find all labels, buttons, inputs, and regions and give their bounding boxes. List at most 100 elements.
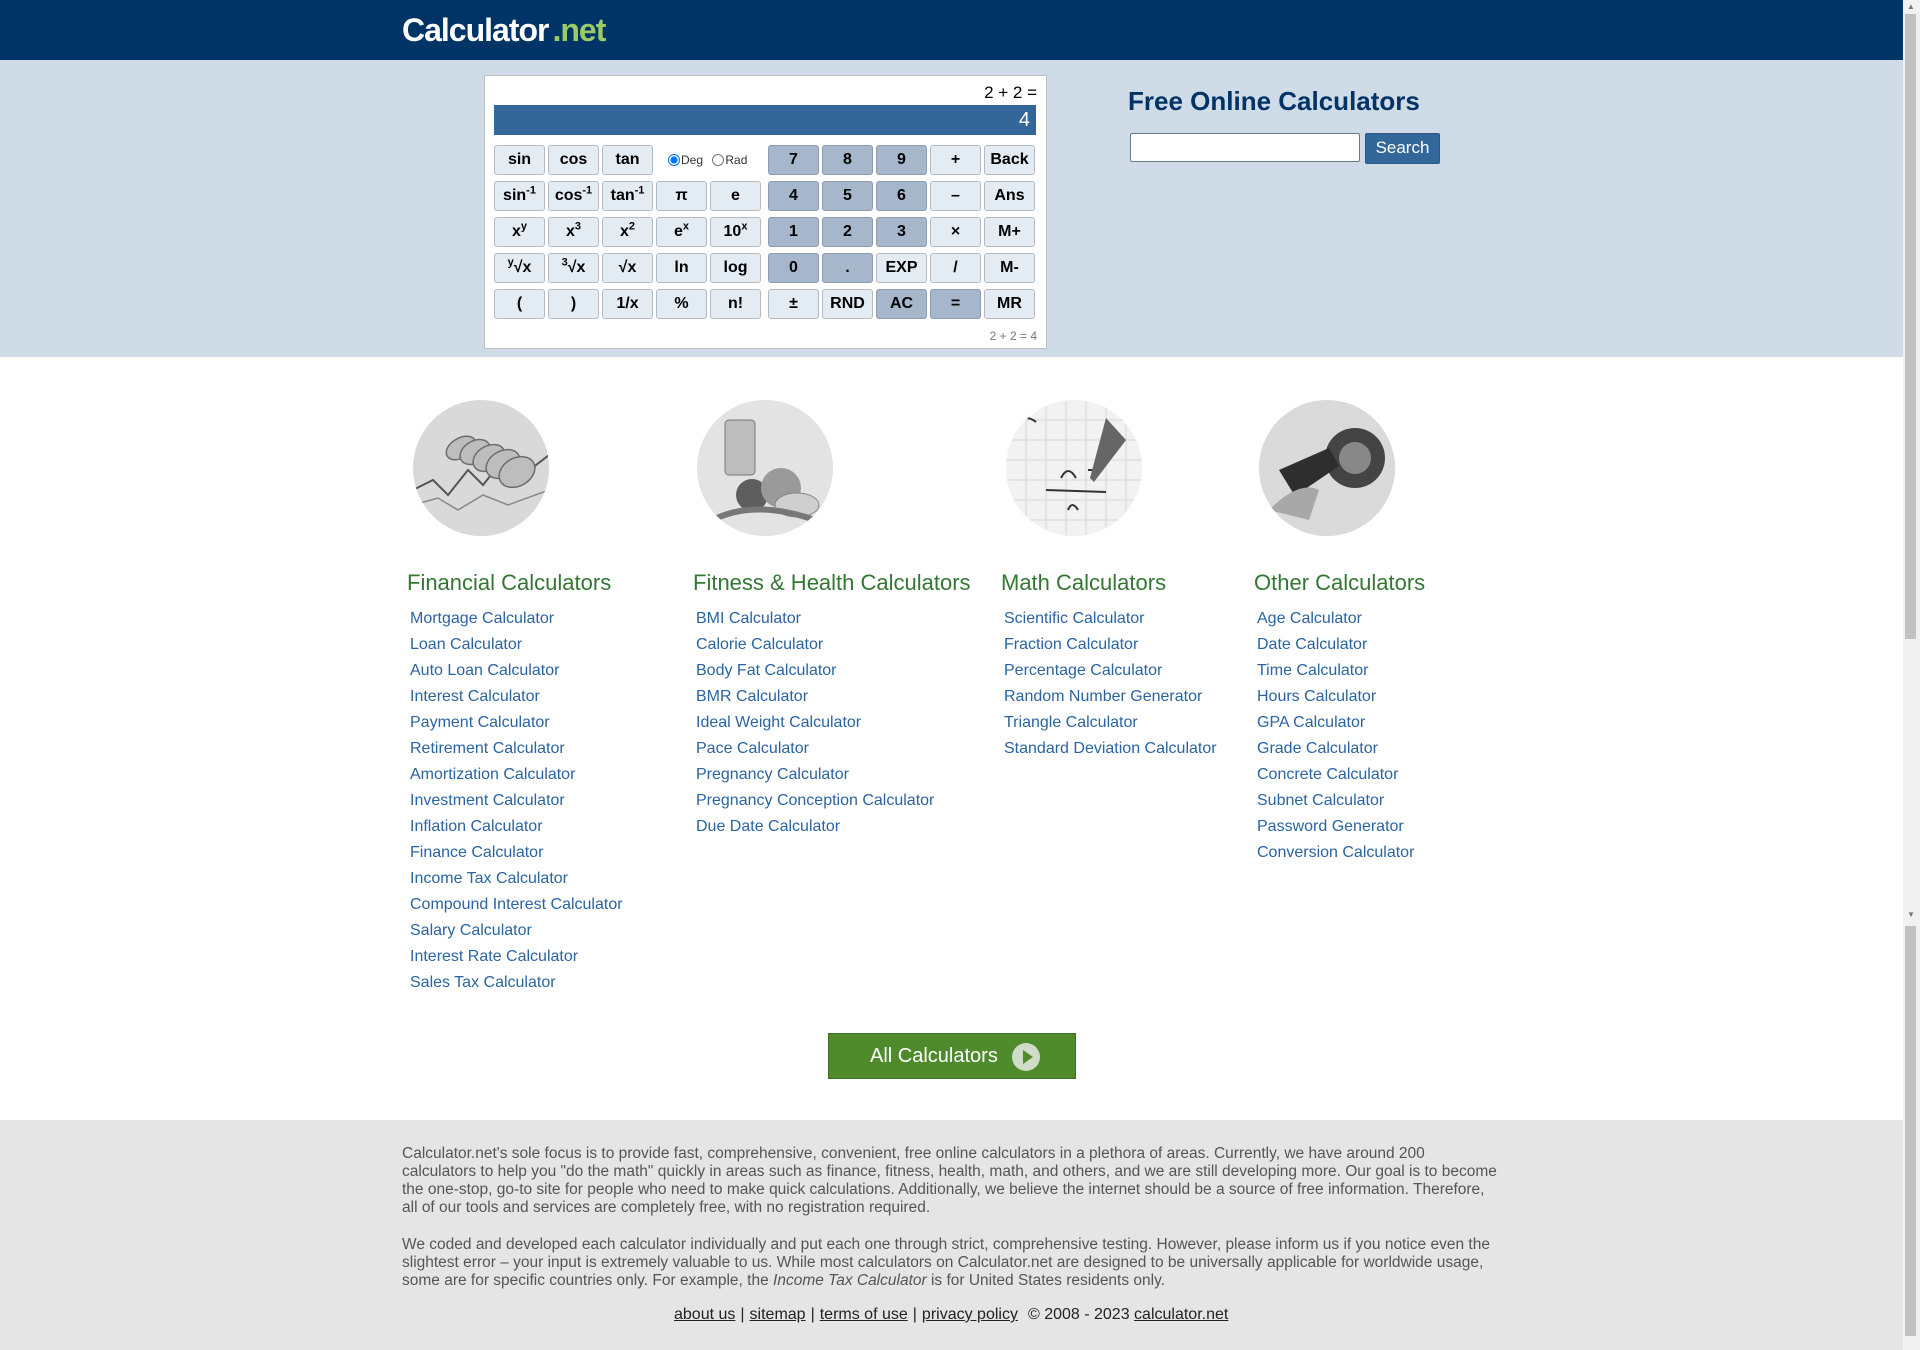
site-logo[interactable]: Calculator .net	[402, 10, 606, 50]
link-compound-interest-calculator[interactable]: Compound Interest Calculator	[410, 892, 623, 918]
key-plus[interactable]: +	[930, 145, 981, 175]
key-cos[interactable]: cos	[548, 145, 599, 175]
key-x-cubed[interactable]: x3	[548, 217, 599, 247]
key-5[interactable]: 5	[822, 181, 873, 211]
link-pregnancy-conception-calculator[interactable]: Pregnancy Conception Calculator	[696, 788, 934, 814]
key-8[interactable]: 8	[822, 145, 873, 175]
key-reciprocal[interactable]: 1/x	[602, 289, 653, 319]
key-acos[interactable]: cos-1	[548, 181, 599, 211]
key-yth-root[interactable]: y√x	[494, 253, 545, 283]
link-investment-calculator[interactable]: Investment Calculator	[410, 788, 623, 814]
key-4[interactable]: 4	[768, 181, 819, 211]
link-concrete-calculator[interactable]: Concrete Calculator	[1257, 762, 1414, 788]
link-scientific-calculator[interactable]: Scientific Calculator	[1004, 606, 1217, 632]
key-minus[interactable]: –	[930, 181, 981, 211]
category-title[interactable]: Other Calculators	[1254, 570, 1425, 596]
link-interest-calculator[interactable]: Interest Calculator	[410, 684, 623, 710]
site-home-link[interactable]: calculator.net	[1134, 1306, 1228, 1323]
deg-radio[interactable]	[668, 154, 680, 166]
key-cube-root[interactable]: 3√x	[548, 253, 599, 283]
link-finance-calculator[interactable]: Finance Calculator	[410, 840, 623, 866]
link-interest-rate-calculator[interactable]: Interest Rate Calculator	[410, 944, 623, 970]
key-decimal[interactable]: .	[822, 253, 873, 283]
key-plus-minus[interactable]: ±	[768, 289, 819, 319]
link-triangle-calculator[interactable]: Triangle Calculator	[1004, 710, 1217, 736]
terms-of-use-link[interactable]: terms of use	[820, 1306, 908, 1323]
link-salary-calculator[interactable]: Salary Calculator	[410, 918, 623, 944]
sitemap-link[interactable]: sitemap	[750, 1306, 806, 1323]
link-fraction-calculator[interactable]: Fraction Calculator	[1004, 632, 1217, 658]
key-e[interactable]: e	[710, 181, 761, 211]
fuel-pump-image[interactable]	[1259, 400, 1395, 536]
link-grade-calculator[interactable]: Grade Calculator	[1257, 736, 1414, 762]
link-due-date-calculator[interactable]: Due Date Calculator	[696, 814, 934, 840]
fruit-measuring-tape-image[interactable]	[697, 400, 833, 536]
key-right-paren[interactable]: )	[548, 289, 599, 319]
key-log[interactable]: log	[710, 253, 761, 283]
key-asin[interactable]: sin-1	[494, 181, 545, 211]
link-time-calculator[interactable]: Time Calculator	[1257, 658, 1414, 684]
scroll-down-icon[interactable]: ▼	[1907, 910, 1915, 919]
scrollbar-thumb-lower[interactable]	[1905, 926, 1916, 1336]
link-amortization-calculator[interactable]: Amortization Calculator	[410, 762, 623, 788]
coins-chart-image[interactable]	[413, 400, 549, 536]
key-x-squared[interactable]: x2	[602, 217, 653, 247]
link-ideal-weight-calculator[interactable]: Ideal Weight Calculator	[696, 710, 934, 736]
link-hours-calculator[interactable]: Hours Calculator	[1257, 684, 1414, 710]
key-equals[interactable]: =	[930, 289, 981, 319]
key-random[interactable]: RND	[822, 289, 873, 319]
link-calorie-calculator[interactable]: Calorie Calculator	[696, 632, 934, 658]
key-3[interactable]: 3	[876, 217, 927, 247]
key-memory-minus[interactable]: M-	[984, 253, 1035, 283]
key-memory-plus[interactable]: M+	[984, 217, 1035, 247]
key-2[interactable]: 2	[822, 217, 873, 247]
key-7[interactable]: 7	[768, 145, 819, 175]
link-percentage-calculator[interactable]: Percentage Calculator	[1004, 658, 1217, 684]
link-password-generator[interactable]: Password Generator	[1257, 814, 1414, 840]
key-exp[interactable]: EXP	[876, 253, 927, 283]
scrollbar-thumb[interactable]	[1905, 14, 1916, 639]
key-left-paren[interactable]: (	[494, 289, 545, 319]
key-tan[interactable]: tan	[602, 145, 653, 175]
scroll-up-icon[interactable]: ▲	[1907, 2, 1915, 11]
key-9[interactable]: 9	[876, 145, 927, 175]
link-sales-tax-calculator[interactable]: Sales Tax Calculator	[410, 970, 623, 996]
link-standard-deviation-calculator[interactable]: Standard Deviation Calculator	[1004, 736, 1217, 762]
key-sin[interactable]: sin	[494, 145, 545, 175]
category-title[interactable]: Financial Calculators	[407, 570, 611, 596]
link-income-tax-calculator[interactable]: Income Tax Calculator	[410, 866, 623, 892]
privacy-policy-link[interactable]: privacy policy	[922, 1306, 1018, 1323]
key-back[interactable]: Back	[984, 145, 1035, 175]
math-formula-image[interactable]	[1006, 400, 1142, 536]
category-title[interactable]: Math Calculators	[1001, 570, 1166, 596]
key-0[interactable]: 0	[768, 253, 819, 283]
key-e-power-x[interactable]: ex	[656, 217, 707, 247]
key-ten-power-x[interactable]: 10x	[710, 217, 761, 247]
link-subnet-calculator[interactable]: Subnet Calculator	[1257, 788, 1414, 814]
link-conversion-calculator[interactable]: Conversion Calculator	[1257, 840, 1414, 866]
key-pi[interactable]: π	[656, 181, 707, 211]
all-calculators-button[interactable]: All Calculators	[828, 1033, 1076, 1079]
key-ans[interactable]: Ans	[984, 181, 1035, 211]
link-bmi-calculator[interactable]: BMI Calculator	[696, 606, 934, 632]
link-pace-calculator[interactable]: Pace Calculator	[696, 736, 934, 762]
key-factorial[interactable]: n!	[710, 289, 761, 319]
link-loan-calculator[interactable]: Loan Calculator	[410, 632, 623, 658]
about-us-link[interactable]: about us	[674, 1306, 735, 1323]
key-6[interactable]: 6	[876, 181, 927, 211]
link-pregnancy-calculator[interactable]: Pregnancy Calculator	[696, 762, 934, 788]
category-title[interactable]: Fitness & Health Calculators	[693, 570, 971, 596]
link-gpa-calculator[interactable]: GPA Calculator	[1257, 710, 1414, 736]
link-retirement-calculator[interactable]: Retirement Calculator	[410, 736, 623, 762]
link-payment-calculator[interactable]: Payment Calculator	[410, 710, 623, 736]
key-all-clear[interactable]: AC	[876, 289, 927, 319]
key-ln[interactable]: ln	[656, 253, 707, 283]
key-x-power-y[interactable]: xy	[494, 217, 545, 247]
key-percent[interactable]: %	[656, 289, 707, 319]
rad-radio[interactable]	[712, 154, 725, 166]
key-atan[interactable]: tan-1	[602, 181, 653, 211]
key-1[interactable]: 1	[768, 217, 819, 247]
key-multiply[interactable]: ×	[930, 217, 981, 247]
key-divide[interactable]: /	[930, 253, 981, 283]
link-bmr-calculator[interactable]: BMR Calculator	[696, 684, 934, 710]
